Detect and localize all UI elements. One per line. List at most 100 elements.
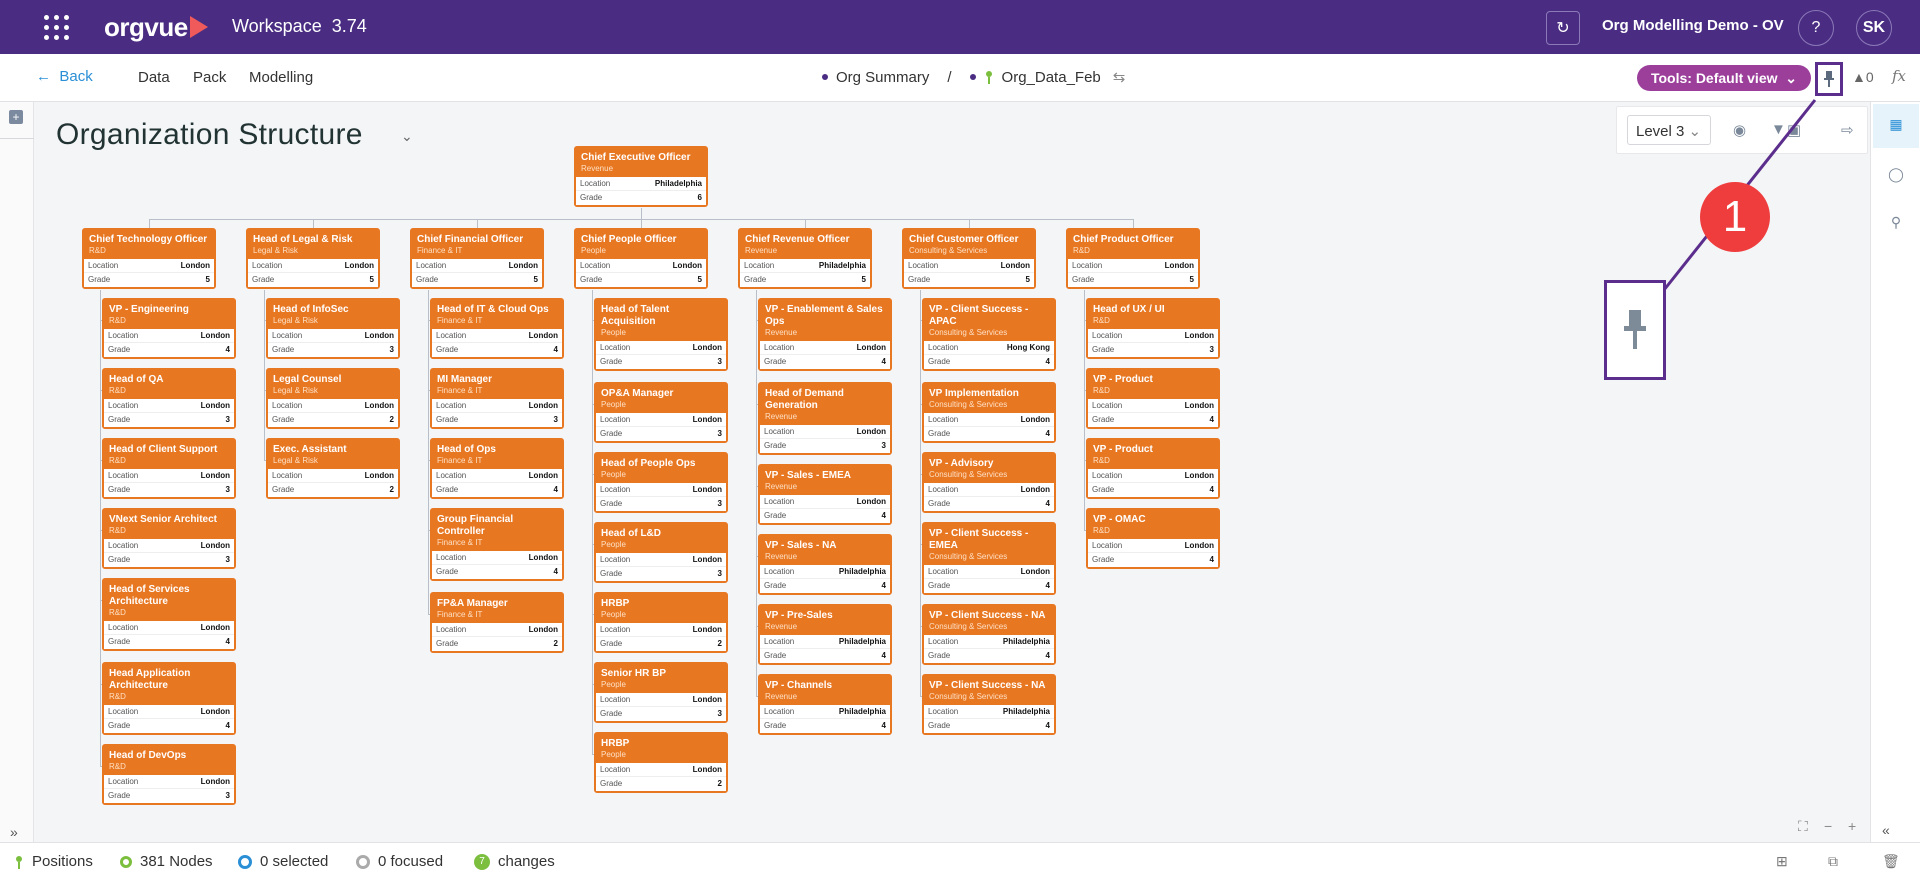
chart-icon[interactable]: ▦ [1887, 116, 1905, 134]
org-node-card[interactable]: VP - Client Success - NA Consulting & Ser… [922, 604, 1056, 665]
org-node-card[interactable]: Chief Product Officer R&D Location London Gr… [1066, 228, 1200, 289]
nodes-status[interactable]: 381 Nodes [120, 853, 213, 870]
org-node-card[interactable]: VP - Client Success - NA Consulting & Ser… [922, 674, 1056, 735]
export-icon[interactable]: ⇨ [1841, 121, 1854, 139]
org-node-card[interactable]: Head of Ops Finance & IT Location London Gra… [430, 438, 564, 499]
org-node-card[interactable]: Chief Financial Officer Finance & IT Locat… [410, 228, 544, 289]
pin-button[interactable] [1815, 62, 1843, 96]
filter-icon[interactable]: ▼ [1771, 121, 1786, 138]
zoom-out-icon[interactable]: − [1824, 818, 1832, 834]
zoom-in-icon[interactable]: + [1848, 818, 1856, 834]
grade-row: Grade 3 [764, 441, 886, 450]
back-link[interactable]: ← Back [36, 68, 93, 85]
location-row: Location London [432, 623, 562, 637]
org-node-card[interactable]: Head of DevOps R&D Location London Grade 3 [102, 744, 236, 805]
copy-icon[interactable]: ⧉ [1828, 853, 1838, 870]
collapse-panel-icon[interactable]: « [1882, 822, 1890, 838]
add-icon[interactable]: + [9, 110, 23, 124]
cycle-icon[interactable]: ⇆ [1113, 68, 1126, 86]
layers-icon[interactable]: ▣ [1787, 121, 1801, 139]
org-node-card[interactable]: FP&A Manager Finance & IT Location London Gr… [430, 592, 564, 653]
dot-icon [969, 74, 976, 80]
org-node-card[interactable]: Chief People Officer People Location London… [574, 228, 708, 289]
org-node-card[interactable]: Head of Legal & Risk Legal & Risk Location… [246, 228, 380, 289]
formula-button[interactable]: fx [1892, 67, 1906, 85]
org-node-card[interactable]: VP - Client Success - APAC Consulting & S… [922, 298, 1056, 371]
orgvue-logo[interactable]: orgvue [104, 12, 208, 42]
org-node-card[interactable]: Head of Demand Generation Revenue Location… [758, 382, 892, 455]
org-node-card[interactable]: VP - Sales - NA Revenue Location Philadelph… [758, 534, 892, 595]
org-node-card[interactable]: VP - Pre-Sales Revenue Location Philadelphi… [758, 604, 892, 665]
org-node-card[interactable]: VP - Product R&D Location London Grade 4 [1086, 438, 1220, 499]
selected-status[interactable]: 0 selected [238, 853, 328, 870]
fit-screen-icon[interactable]: ⛶ [1798, 818, 1808, 835]
level-select[interactable]: Level 3 ⌄ [1627, 115, 1711, 145]
org-node-card[interactable]: Head of Talent Acquisition People Location… [594, 298, 728, 371]
user-avatar[interactable]: SK [1856, 10, 1892, 46]
grade-row: Grade 2 [600, 779, 722, 788]
org-node-card[interactable]: Head of People Ops People Location London Gr… [594, 452, 728, 513]
positions-status[interactable]: Positions [14, 853, 93, 870]
org-node-card[interactable]: Chief Revenue Officer Revenue Location Phil… [738, 228, 872, 289]
location-row: Location London [1088, 539, 1218, 553]
org-node-card[interactable]: OP&A Manager People Location London Grade 3 [594, 382, 728, 443]
org-node-card[interactable]: Head of L&D People Location London Grade 3 [594, 522, 728, 583]
node-attributes: Location London Grade 4 [760, 495, 890, 523]
org-node-card[interactable]: Head Application Architecture R&D Location… [102, 662, 236, 735]
org-node-card[interactable]: Exec. Assistant Legal & Risk Location Londo… [266, 438, 400, 499]
org-node-card[interactable]: Head of IT & Cloud Ops Finance & IT Locati… [430, 298, 564, 359]
org-node-card[interactable]: MI Manager Finance & IT Location London Grad… [430, 368, 564, 429]
org-node-card[interactable]: HRBP People Location London Grade 2 [594, 732, 728, 793]
breadcrumb: Org Summary / Org_Data_Feb ⇆ [822, 68, 1125, 86]
expand-panel-icon[interactable]: » [10, 824, 18, 840]
org-node-card[interactable]: Senior HR BP People Location London Grade 3 [594, 662, 728, 723]
nav-data[interactable]: Data [138, 69, 170, 86]
org-node-card[interactable]: Head of Services Architecture R&D Location… [102, 578, 236, 651]
org-node-card[interactable]: VP - Sales - EMEA Revenue Location London Gr… [758, 464, 892, 525]
trash-icon[interactable]: 🗑 [1882, 853, 1900, 870]
chevron-down-icon[interactable]: ⌄ [401, 128, 413, 145]
org-node-card[interactable]: Head of UX / UI R&D Location London Grade 3 [1086, 298, 1220, 359]
grade-row: Grade 4 [928, 581, 1050, 590]
org-node-card[interactable]: VP - Enablement & Sales Ops Revenue Locati… [758, 298, 892, 371]
org-node-card[interactable]: VP Implementation Consulting & Services Lo… [922, 382, 1056, 443]
palette-icon[interactable]: ◉ [1733, 121, 1746, 139]
nav-pack[interactable]: Pack [193, 69, 226, 86]
org-node-card[interactable]: HRBP People Location London Grade 2 [594, 592, 728, 653]
org-node-card[interactable]: Legal Counsel Legal & Risk Location London G… [266, 368, 400, 429]
refresh-button[interactable]: ↻ [1546, 11, 1580, 45]
search-icon[interactable]: ⚲ [1887, 214, 1905, 232]
location-row: Location London [760, 495, 890, 509]
org-node-card[interactable]: VP - Client Success - EMEA Consulting & S… [922, 522, 1056, 595]
apps-grid-icon[interactable] [44, 15, 70, 41]
org-node-card[interactable]: Chief Executive Officer Revenue Location Ph… [574, 146, 708, 207]
person-icon [985, 71, 992, 84]
org-node-card[interactable]: VP - Channels Revenue Location Philadelphia… [758, 674, 892, 735]
changes-status[interactable]: 7 changes [474, 853, 555, 870]
org-node-card[interactable]: VP - Engineering R&D Location London Grade 4 [102, 298, 236, 359]
org-node-card[interactable]: Head of Client Support R&D Location London G… [102, 438, 236, 499]
breadcrumb-org-summary[interactable]: Org Summary [836, 69, 929, 86]
help-button[interactable]: ? [1798, 10, 1834, 46]
tools-view-dropdown[interactable]: Tools: Default view ⌄ [1637, 65, 1811, 91]
org-node-card[interactable]: VNext Senior Architect R&D Location London G… [102, 508, 236, 569]
nav-modelling[interactable]: Modelling [249, 69, 313, 86]
org-node-card[interactable]: Chief Customer Officer Consulting & Servi… [902, 228, 1036, 289]
org-node-card[interactable]: Group Financial Controller Finance & IT Lo… [430, 508, 564, 581]
node-title: VP - Client Success - NA [929, 680, 1046, 691]
org-node-card[interactable]: Head of InfoSec Legal & Risk Location Londo… [266, 298, 400, 359]
org-node-card[interactable]: VP - OMAC R&D Location London Grade 4 [1086, 508, 1220, 569]
node-attributes: Location London Grade 2 [596, 763, 726, 791]
org-node-card[interactable]: VP - Advisory Consulting & Services Locati… [922, 452, 1056, 513]
circle-icon[interactable]: ◯ [1887, 166, 1905, 184]
org-node-card[interactable]: Head of QA R&D Location London Grade 3 [102, 368, 236, 429]
add-node-icon[interactable]: ⊞ [1776, 853, 1788, 870]
focused-status[interactable]: 0 focused [356, 853, 443, 870]
breadcrumb-dataset[interactable]: Org_Data_Feb [1002, 69, 1101, 86]
org-node-card[interactable]: VP - Product R&D Location London Grade 4 [1086, 368, 1220, 429]
flask-counter[interactable]: ▲0 [1852, 69, 1874, 85]
project-name[interactable]: Org Modelling Demo - OV [1602, 17, 1784, 34]
org-node-card[interactable]: Chief Technology Officer R&D Location Londo… [82, 228, 216, 289]
node-department: Consulting & Services [929, 470, 1008, 479]
step-number-badge: 1 [1700, 182, 1770, 252]
